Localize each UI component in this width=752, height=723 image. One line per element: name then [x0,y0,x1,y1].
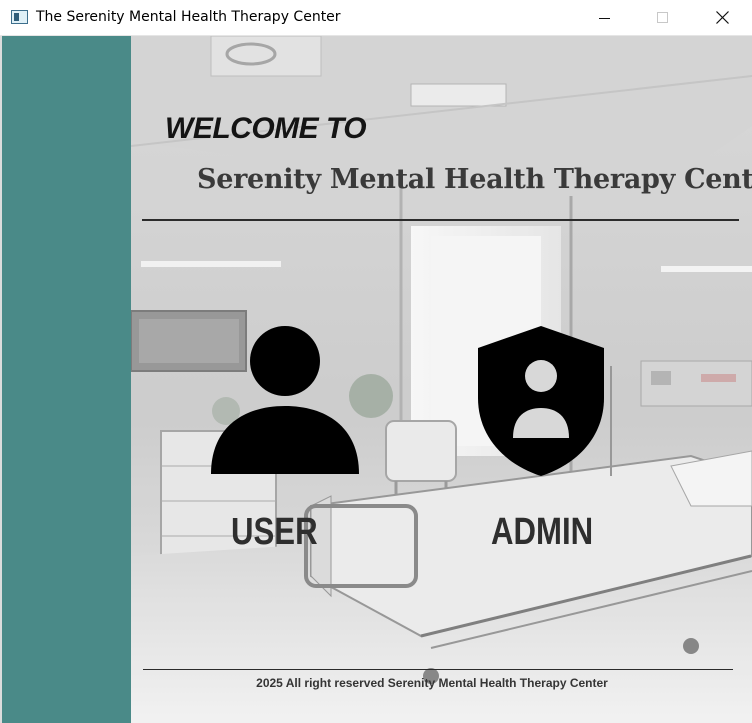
sidebar [2,36,131,723]
user-label[interactable]: USER [231,511,318,554]
bottom-divider [143,669,733,670]
top-divider [142,219,739,221]
window-title: The Serenity Mental Health Therapy Cente… [36,9,341,25]
minimize-icon [599,17,610,19]
shield-person-icon [478,326,604,476]
footer-copyright: 2025 All right reserved Serenity Mental … [256,676,608,690]
center-name-heading: Serenity Mental Health Therapy Center [197,164,752,195]
maximize-icon [657,11,668,23]
app-icon [11,10,28,24]
main-panel: WELCOME TO Serenity Mental Health Therap… [131,36,752,723]
welcome-heading: WELCOME TO [165,112,367,145]
close-button[interactable] [699,0,745,35]
window-content: WELCOME TO Serenity Mental Health Therap… [0,36,752,723]
minimize-button[interactable] [582,0,628,35]
admin-login-button[interactable]: ADMIN [476,326,606,556]
maximize-button[interactable] [640,0,686,35]
close-icon [715,11,729,24]
user-login-button[interactable]: USER [209,326,359,556]
person-icon [211,326,359,474]
title-bar[interactable]: The Serenity Mental Health Therapy Cente… [0,0,752,36]
admin-label[interactable]: ADMIN [491,511,593,554]
